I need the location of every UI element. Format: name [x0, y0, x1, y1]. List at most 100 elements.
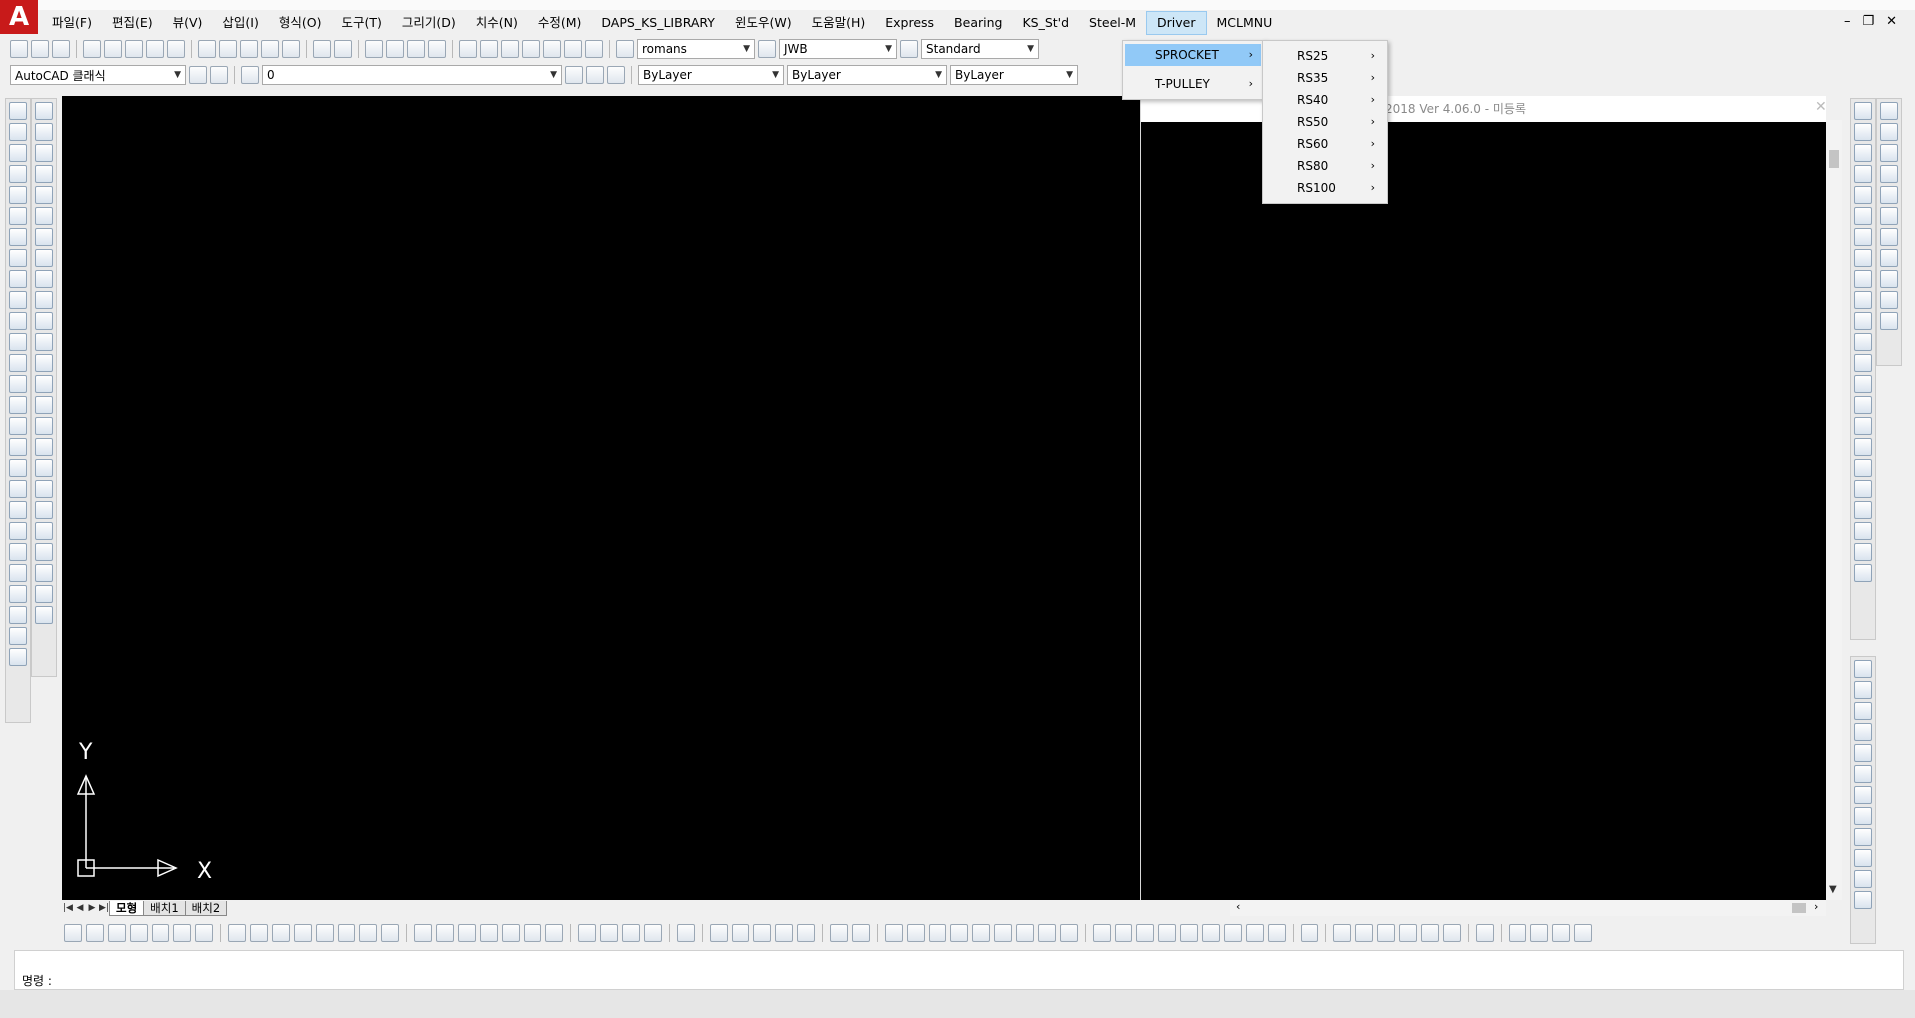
tool-18-icon[interactable] — [1854, 459, 1872, 477]
quick-dimension-icon[interactable] — [9, 270, 27, 288]
bottom-tool-37-icon[interactable] — [1092, 924, 1111, 942]
bottom-tool-22-icon[interactable] — [731, 924, 750, 942]
zoom-previous-icon[interactable] — [428, 40, 446, 58]
tool-10-icon[interactable] — [1854, 291, 1872, 309]
dimension-text-edit-icon[interactable] — [9, 396, 27, 414]
color-select[interactable]: ByLayer ▼ — [638, 65, 784, 85]
bottom-tool-6-icon[interactable] — [337, 924, 356, 942]
bottom-tool-52-icon[interactable] — [1442, 924, 1461, 942]
bottom-tool-36-icon[interactable] — [1059, 924, 1078, 942]
submenu-item-rs100[interactable]: RS100 › — [1265, 177, 1383, 199]
submenu-item-rs25[interactable]: RS25 › — [1265, 45, 1383, 67]
break-icon[interactable] — [1854, 891, 1872, 909]
copy-object-icon[interactable] — [1854, 681, 1872, 699]
offset-icon[interactable] — [1854, 723, 1872, 741]
bottom-tool-7-icon[interactable] — [359, 924, 378, 942]
edit-text-icon[interactable] — [9, 564, 27, 582]
custom-tool-3-icon[interactable] — [1880, 144, 1898, 162]
angular-icon[interactable] — [9, 249, 27, 267]
vertical-scroll-thumb[interactable] — [1829, 150, 1839, 168]
menu-ks-std[interactable]: KS_St'd — [1012, 11, 1079, 35]
trim-icon[interactable] — [1854, 849, 1872, 867]
menu-file[interactable]: 파일(F) — [42, 11, 102, 35]
bottom-tool-11-icon[interactable] — [457, 924, 476, 942]
horizontal-scroll-thumb[interactable] — [1792, 903, 1806, 913]
submenu-item-rs80[interactable]: RS80 › — [1265, 155, 1383, 177]
bottom-tool-51-icon[interactable] — [1420, 924, 1439, 942]
copy-icon[interactable] — [219, 40, 237, 58]
bottom-tool-14-icon[interactable] — [523, 924, 542, 942]
3d-dwf-icon[interactable] — [146, 40, 164, 58]
tool-2-icon[interactable] — [1854, 123, 1872, 141]
previous-tab-icon[interactable]: ◀ — [74, 903, 86, 913]
match-properties-icon[interactable] — [261, 40, 279, 58]
menu-item-sprocket[interactable]: SPROCKET › — [1125, 44, 1261, 66]
array-icon[interactable] — [1854, 744, 1872, 762]
tool-7-icon[interactable] — [1854, 228, 1872, 246]
tool-14-icon[interactable] — [1854, 375, 1872, 393]
eraser-icon[interactable] — [35, 606, 53, 624]
bottom-tool-30-icon[interactable] — [928, 924, 947, 942]
sketch-icon[interactable] — [35, 564, 53, 582]
bottom-tool-10-icon[interactable] — [436, 924, 454, 942]
submenu-item-rs50[interactable]: RS50 › — [1265, 111, 1383, 133]
custom-tool-6-icon[interactable] — [1880, 207, 1898, 225]
aligned-dimension-icon[interactable] — [9, 123, 27, 141]
dim-style-icon[interactable] — [758, 40, 776, 58]
layer-properties-icon[interactable] — [241, 66, 259, 84]
submenu-item-rs35[interactable]: RS35 › — [1265, 67, 1383, 89]
cut-icon[interactable] — [198, 40, 216, 58]
scale-icon[interactable] — [1854, 807, 1872, 825]
tool-4-icon[interactable] — [1854, 165, 1872, 183]
justify-text-icon[interactable] — [9, 648, 27, 666]
bottom-tool-18-icon[interactable] — [622, 924, 640, 942]
facebook-icon[interactable] — [1574, 924, 1592, 942]
regen-icon[interactable] — [85, 924, 104, 942]
menu-item-t-pulley[interactable]: T-PULLEY › — [1125, 73, 1261, 95]
submenu-item-rs40[interactable]: RS40 › — [1265, 89, 1383, 111]
rectangle-icon[interactable] — [35, 186, 53, 204]
customize-icon[interactable] — [210, 66, 228, 84]
minimize-button[interactable]: – — [1844, 14, 1851, 29]
table-icon[interactable] — [35, 459, 53, 477]
redo-icon[interactable] — [334, 40, 352, 58]
line-icon[interactable] — [35, 102, 53, 120]
command-line[interactable] — [14, 950, 1904, 990]
check-icon[interactable] — [129, 924, 148, 942]
bottom-tool-43-icon[interactable] — [1223, 924, 1242, 942]
markup-icon[interactable] — [543, 40, 561, 58]
tool-20-icon[interactable] — [1854, 501, 1872, 519]
tool-19-icon[interactable] — [1854, 480, 1872, 498]
open-icon[interactable] — [31, 40, 49, 58]
custom-tool-7-icon[interactable] — [1880, 228, 1898, 246]
quickcalc-icon[interactable] — [564, 40, 582, 58]
bottom-tool-12-icon[interactable] — [479, 924, 498, 942]
menu-daps-ks-library[interactable]: DAPS_KS_LIBRARY — [591, 11, 725, 35]
tool-16-icon[interactable] — [1854, 417, 1872, 435]
menu-help[interactable]: 도움말(H) — [802, 11, 876, 35]
menu-steel-m[interactable]: Steel-M — [1079, 11, 1146, 35]
make-block-icon[interactable] — [35, 354, 53, 372]
tool-21-icon[interactable] — [1854, 522, 1872, 540]
jogged-icon[interactable] — [9, 207, 27, 225]
next-tab-icon[interactable]: ▶ — [86, 903, 98, 913]
custom-tool-8-icon[interactable] — [1880, 249, 1898, 267]
scroll-right-icon[interactable]: › — [1814, 900, 1818, 913]
bottom-tool-53-icon[interactable] — [1475, 924, 1494, 942]
new-icon[interactable] — [10, 40, 28, 58]
close-button[interactable]: ✕ — [1886, 14, 1897, 29]
twitter-icon[interactable] — [1552, 924, 1571, 942]
tool-8-icon[interactable] — [1854, 249, 1872, 267]
plot-icon[interactable] — [83, 40, 101, 58]
arc-length-icon[interactable] — [9, 144, 27, 162]
tool-9-icon[interactable] — [1854, 270, 1872, 288]
region-icon[interactable] — [35, 438, 53, 456]
linear-dimension-icon[interactable] — [9, 102, 27, 120]
move-icon[interactable] — [1854, 765, 1872, 783]
custom-tool-2-icon[interactable] — [1880, 123, 1898, 141]
continue-icon[interactable] — [9, 312, 27, 330]
block-editor-icon[interactable] — [282, 40, 300, 58]
attribute-icon[interactable] — [9, 585, 27, 603]
bottom-tool-23-icon[interactable] — [753, 924, 772, 942]
table-style-select[interactable]: Standard ▼ — [921, 39, 1039, 59]
